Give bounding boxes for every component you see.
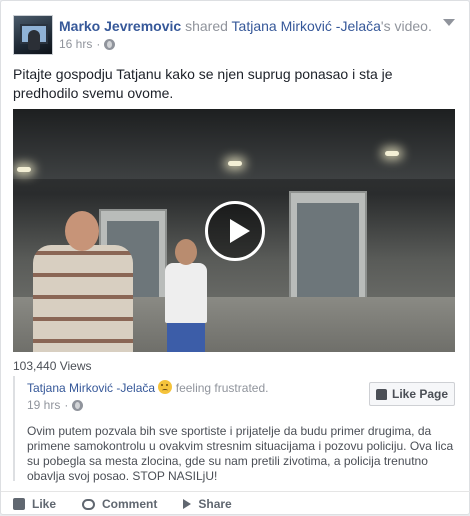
post-header: Marko Jevremovic shared Tatjana Mirković… <box>59 17 459 35</box>
thumbs-up-icon <box>375 388 387 400</box>
avatar[interactable] <box>13 15 53 55</box>
original-time[interactable]: 19 hrs <box>27 398 60 412</box>
author-link[interactable]: Marko Jevremovic <box>59 18 181 34</box>
video-light <box>228 161 242 166</box>
shared-post-box: Tatjana Mirković -Jelača feeling frustra… <box>13 376 459 483</box>
meta-separator: · <box>96 37 101 51</box>
video-roof <box>13 109 455 179</box>
feeling-text: feeling frustrated. <box>175 381 269 395</box>
original-author-link[interactable]: Tatjana Mirković -Jelača <box>27 381 155 395</box>
comment-label: Comment <box>102 497 158 511</box>
globe-icon <box>104 38 116 50</box>
thumbs-up-icon <box>13 498 25 510</box>
share-label: Share <box>198 497 232 511</box>
chevron-down-icon[interactable] <box>443 19 455 26</box>
shared-verb: shared <box>185 18 228 34</box>
like-label: Like <box>32 497 57 511</box>
share-button[interactable]: Share <box>183 497 232 511</box>
shared-suffix: 's video. <box>380 18 432 34</box>
like-page-label: Like Page <box>391 387 449 401</box>
post-text: Pitajte gospodju Tatjanu kako se njen su… <box>13 66 393 101</box>
action-bar: Like Comment Share <box>1 491 470 516</box>
video-light <box>17 167 31 172</box>
video-player[interactable] <box>13 109 455 352</box>
meta-separator: · <box>64 398 69 412</box>
comment-button[interactable]: Comment <box>82 497 157 511</box>
post-time[interactable]: 16 hrs <box>59 37 92 51</box>
share-icon <box>183 499 192 509</box>
view-count: 103,440 Views <box>13 359 92 373</box>
shared-post-header: Tatjana Mirković -Jelača feeling frustra… <box>27 380 268 396</box>
like-page-button[interactable]: Like Page <box>369 382 455 406</box>
shared-author-link[interactable]: Tatjana Mirković -Jelača <box>232 18 381 34</box>
globe-icon <box>72 399 84 411</box>
like-button[interactable]: Like <box>13 497 56 511</box>
post-meta: 16 hrs · <box>59 37 116 51</box>
original-text: Ovim putem pozvala bih sve sportiste i p… <box>27 424 454 483</box>
shared-post-meta: 19 hrs · <box>27 398 84 412</box>
post-card: Marko Jevremovic shared Tatjana Mirković… <box>0 0 470 515</box>
frustrated-emoji-icon <box>158 380 173 394</box>
video-person <box>161 239 211 352</box>
play-icon[interactable] <box>205 201 265 261</box>
video-light <box>385 151 399 156</box>
video-person <box>21 211 141 352</box>
comment-icon <box>82 498 96 510</box>
avatar-figure <box>28 30 40 50</box>
